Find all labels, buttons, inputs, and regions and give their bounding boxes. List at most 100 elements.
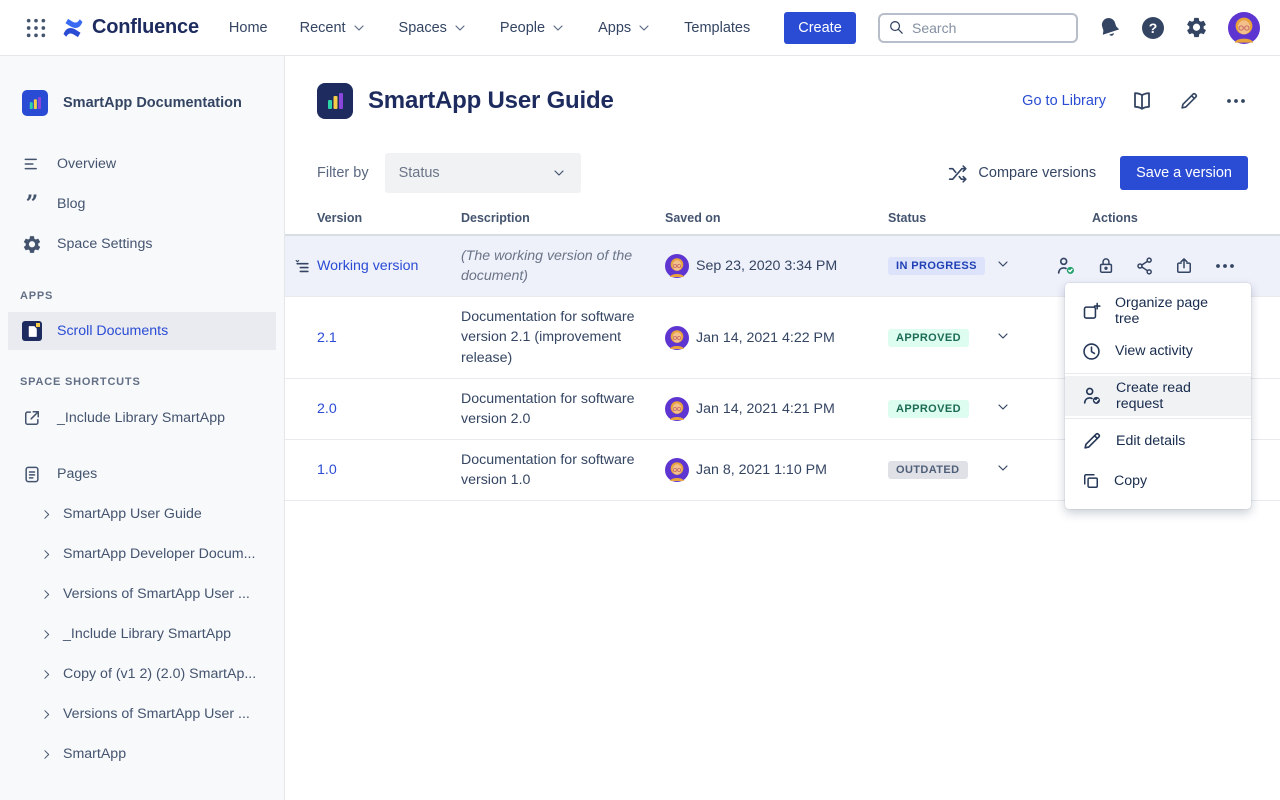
space-avatar-icon [22, 90, 48, 116]
status-filter-select[interactable]: Status [385, 153, 581, 193]
version-link[interactable]: 2.1 [317, 330, 337, 346]
sidebar-app-scroll-documents[interactable]: Scroll Documents [8, 312, 276, 350]
expand-row-icon[interactable] [995, 328, 1011, 344]
page-tree-item[interactable]: SmartApp [0, 734, 284, 774]
scroll-doc-icon [22, 321, 42, 341]
compare-icon [947, 163, 968, 184]
space-header[interactable]: SmartApp Documentation [0, 90, 284, 116]
saved-on-date: Sep 23, 2020 3:34 PM [696, 258, 837, 274]
overview-icon [22, 154, 42, 174]
chevron-right-icon[interactable] [40, 708, 53, 721]
page-title: SmartApp User Guide [368, 87, 614, 115]
column-header-description: Description [461, 211, 665, 225]
search-input[interactable] [912, 20, 1068, 36]
version-link[interactable]: 1.0 [317, 462, 337, 478]
status-badge: OUTDATED [888, 461, 968, 479]
gear-icon[interactable] [1185, 16, 1208, 39]
shortcuts-section-header: SPACE SHORTCUTS [0, 376, 284, 388]
read-confirmation-icon[interactable] [1055, 255, 1077, 277]
sidebar-item-overview[interactable]: Overview [0, 144, 284, 184]
sidebar-item-space-settings[interactable]: Space Settings [0, 224, 284, 264]
person-check-icon [1081, 385, 1103, 407]
nav-item-recent[interactable]: Recent [300, 20, 367, 36]
user-avatar [665, 458, 689, 482]
app-switcher-icon[interactable] [20, 12, 52, 44]
table-header: VersionDescriptionSaved onStatusActions [285, 211, 1280, 236]
lock-icon[interactable] [1096, 256, 1116, 276]
page-tree-item[interactable]: Copy of (v1 2) (2.0) SmartAp... [0, 654, 284, 694]
compare-versions-button[interactable]: Compare versions [947, 163, 1096, 184]
menu-item-edit-details[interactable]: Edit details [1065, 421, 1251, 461]
chevron-right-icon[interactable] [40, 628, 53, 641]
share-icon[interactable] [1135, 256, 1155, 276]
column-header-version: Version [285, 211, 461, 225]
save-a-version-button[interactable]: Save a version [1120, 156, 1248, 190]
menu-item-view-activity[interactable]: View activity [1065, 331, 1251, 371]
user-avatar[interactable] [1228, 12, 1260, 44]
pencil-icon [1081, 430, 1103, 452]
chevron-right-icon[interactable] [40, 588, 53, 601]
more-icon[interactable] [1224, 89, 1248, 113]
chevron-right-icon[interactable] [40, 748, 53, 761]
chevron-right-icon[interactable] [40, 548, 53, 561]
pages-label: Pages [57, 466, 97, 482]
go-to-library-link[interactable]: Go to Library [1022, 93, 1106, 109]
version-link[interactable]: 2.0 [317, 401, 337, 417]
expand-row-icon[interactable] [995, 256, 1011, 272]
chevron-down-icon [452, 20, 468, 36]
filter-by-label: Filter by [317, 165, 369, 181]
nav-item-spaces[interactable]: Spaces [399, 20, 468, 36]
chevron-right-icon[interactable] [40, 668, 53, 681]
product-name: Confluence [92, 16, 199, 39]
apps-section-header: APPS [0, 290, 284, 302]
user-avatar [665, 326, 689, 350]
quote-icon: ” [22, 199, 42, 209]
sidebar-shortcut--include-library-smartapp[interactable]: _Include Library SmartApp [0, 398, 284, 438]
page-tree-item[interactable]: SmartApp Developer Docum... [0, 534, 284, 574]
space-name: SmartApp Documentation [63, 95, 242, 111]
confluence-logo[interactable]: Confluence [60, 16, 199, 40]
expand-row-icon[interactable] [995, 460, 1011, 476]
menu-divider [1065, 418, 1251, 419]
create-button[interactable]: Create [784, 12, 856, 44]
status-filter-value: Status [399, 165, 440, 181]
page-tree-item[interactable]: _Include Library SmartApp [0, 614, 284, 654]
status-badge: APPROVED [888, 400, 969, 418]
nav-item-people[interactable]: People [500, 20, 566, 36]
help-icon[interactable]: ? [1141, 16, 1165, 40]
chevron-down-icon [551, 165, 567, 181]
chevron-right-icon[interactable] [40, 508, 53, 521]
copy-icon [1081, 471, 1101, 491]
bell-icon[interactable] [1098, 16, 1121, 39]
page-tree-item[interactable]: SmartApp User Guide [0, 494, 284, 534]
page-tree-item[interactable]: Versions of SmartApp User ... [0, 574, 284, 614]
status-badge: APPROVED [888, 329, 969, 347]
sidebar-item-blog[interactable]: ”Blog [0, 184, 284, 224]
version-description: Documentation for software version 2.1 (… [461, 297, 665, 377]
search-box[interactable] [878, 13, 1078, 43]
export-icon[interactable] [1174, 256, 1194, 276]
menu-item-copy[interactable]: Copy [1065, 461, 1251, 501]
menu-item-organize-page-tree[interactable]: Organize page tree [1065, 291, 1251, 331]
main-content: SmartApp User Guide Go to Library Filter… [285, 56, 1280, 800]
document-icon [317, 83, 353, 119]
page-tree-item[interactable]: Versions of SmartApp User ... [0, 694, 284, 734]
nav-item-templates[interactable]: Templates [684, 20, 750, 36]
clock-icon [1081, 341, 1102, 362]
nav-item-apps[interactable]: Apps [598, 20, 652, 36]
saved-on-date: Jan 14, 2021 4:21 PM [696, 401, 835, 417]
menu-item-create-read-request[interactable]: Create read request [1065, 376, 1251, 416]
row-actions-menu: Organize page treeView activity Create re… [1065, 283, 1251, 509]
expand-row-icon[interactable] [995, 399, 1011, 415]
sidebar-item-pages[interactable]: Pages [0, 454, 284, 494]
column-header-saved-on: Saved on [665, 211, 888, 225]
library-icon[interactable] [1130, 89, 1154, 113]
organize-icon [1081, 301, 1102, 322]
edit-icon[interactable] [1178, 90, 1200, 112]
chevron-down-icon [636, 20, 652, 36]
more-actions-icon[interactable] [1213, 254, 1237, 278]
page-tree-icon [294, 258, 311, 275]
nav-item-home[interactable]: Home [229, 20, 268, 36]
pages-icon [22, 464, 42, 485]
version-link[interactable]: Working version [317, 258, 418, 274]
